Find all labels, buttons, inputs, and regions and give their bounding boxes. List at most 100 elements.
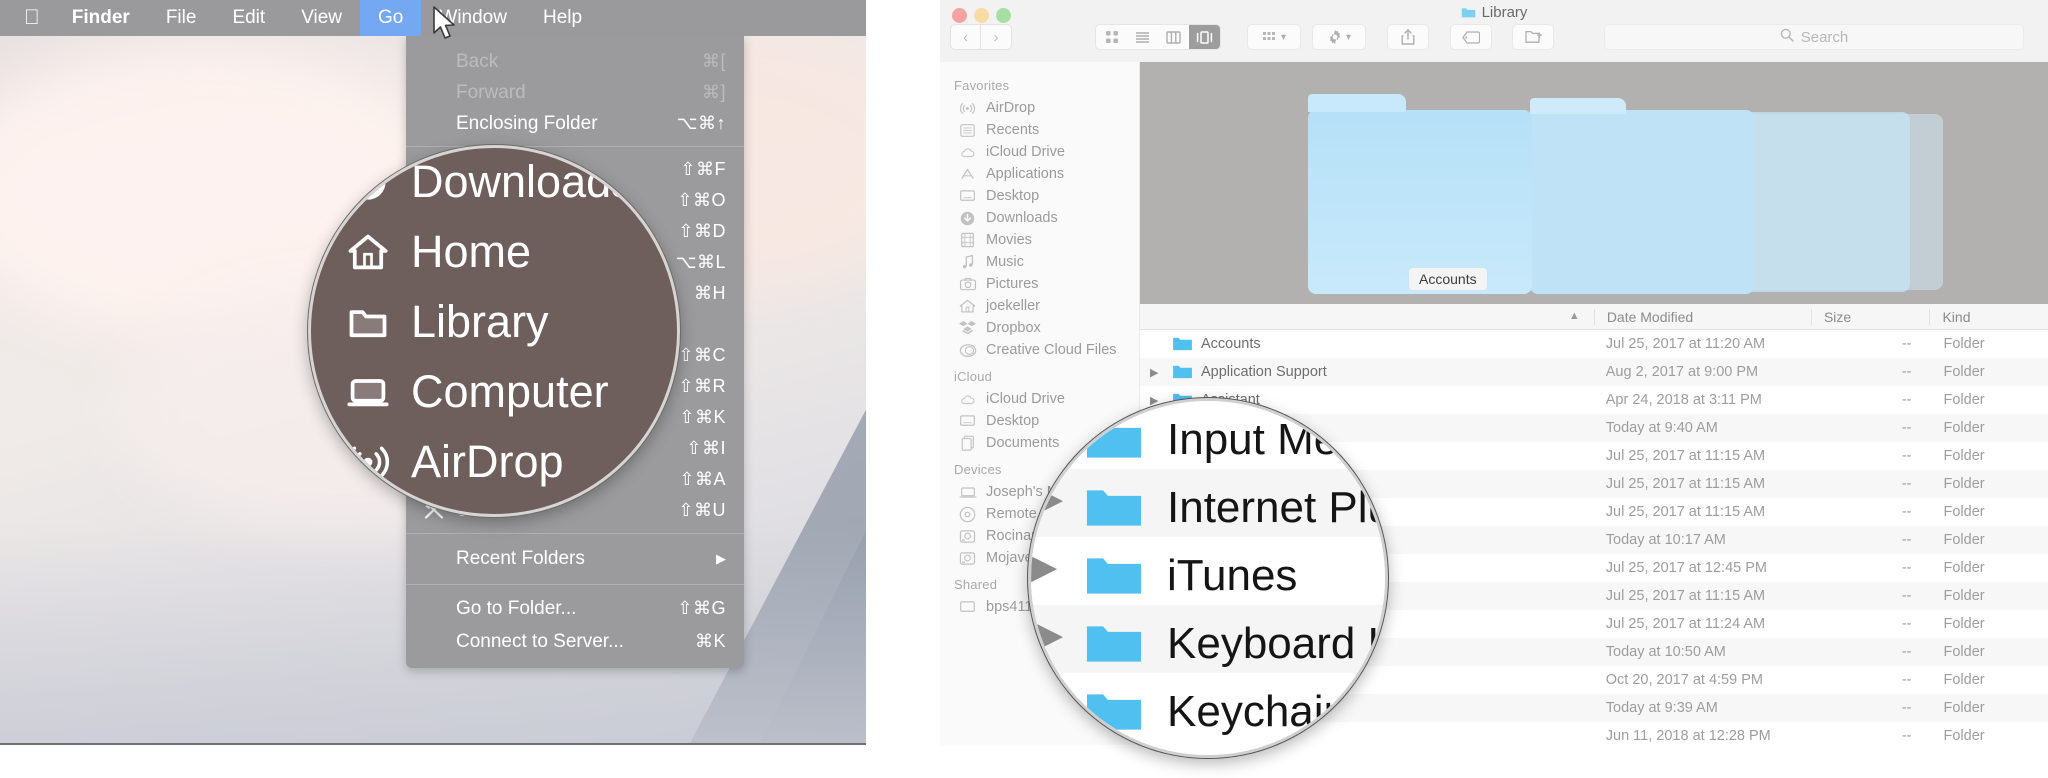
menu-window[interactable]: Window — [421, 0, 525, 36]
shortcut-desktop: ⇧⌘D — [678, 221, 726, 241]
table-row[interactable]: Accounts Jul 25, 2017 at 11:20 AM -- Fol… — [1140, 330, 2048, 358]
coverflow-view-button[interactable] — [1189, 25, 1220, 49]
menu-finder[interactable]: Finder — [54, 0, 148, 36]
file-date-cell: Today at 10:50 AM — [1605, 644, 1726, 660]
menu-help[interactable]: Help — [525, 0, 600, 36]
menu-item-go-to-folder[interactable]: Go to Folder... ⇧⌘G — [406, 592, 744, 625]
search-input[interactable]: Search — [1604, 24, 2024, 50]
magnified-menu-item-library: Library — [345, 296, 549, 348]
coverflow-folder-selected[interactable] — [1308, 110, 1532, 294]
computer-icon — [345, 371, 391, 413]
sidebar-item-label: Downloads — [986, 210, 1058, 226]
arrange-button[interactable]: ▾ — [1247, 24, 1301, 50]
sidebar-item-icloud-drive[interactable]: iCloud Drive — [940, 141, 1139, 163]
cloud-icon — [958, 391, 977, 408]
pictures-icon — [958, 276, 977, 293]
sidebar-item-label: Desktop — [986, 188, 1040, 204]
sort-ascending-icon: ▲ — [1568, 309, 1580, 322]
column-view-button[interactable] — [1158, 25, 1189, 49]
icon-view-button[interactable] — [1096, 25, 1127, 49]
sidebar-item-movies[interactable]: Movies — [940, 229, 1139, 251]
file-size-cell: -- — [1901, 448, 1912, 464]
column-header-size[interactable]: Size — [1810, 308, 1930, 325]
file-kind-cell: Folder — [1943, 672, 1985, 688]
coverflow-area[interactable]: Accounts — [1140, 62, 2048, 304]
shortcut-documents: ⇧⌘O — [677, 190, 726, 210]
sidebar-item-downloads[interactable]: Downloads — [940, 207, 1139, 229]
shortcut-connect-to-server: ⌘K — [694, 631, 726, 651]
menu-item-enclosing-folder[interactable]: Enclosing Folder ⌥⌘↑ — [406, 108, 744, 139]
folder-icon — [1083, 689, 1145, 735]
sidebar-item-pictures[interactable]: Pictures — [940, 273, 1139, 295]
menu-separator — [406, 146, 744, 147]
menu-edit[interactable]: Edit — [214, 0, 283, 36]
file-kind-cell: Folder — [1943, 588, 1985, 604]
column-header-name[interactable]: Name ▲ — [1140, 309, 1594, 325]
shortcut-enclosing-folder: ⌥⌘↑ — [676, 113, 726, 133]
shortcut-back: ⌘[ — [701, 51, 726, 71]
share-button[interactable] — [1387, 24, 1429, 50]
blank-icon — [422, 113, 446, 135]
tags-button[interactable] — [1450, 24, 1492, 50]
action-gear-button[interactable]: ▾ — [1312, 24, 1366, 50]
apple-logo-icon[interactable]:  — [0, 1, 54, 35]
sidebar-item-creative-cloud-files[interactable]: Creative Cloud Files — [940, 339, 1139, 361]
file-kind-cell: Folder — [1943, 476, 1985, 492]
disclosure-triangle-icon: ▶ — [1031, 548, 1058, 586]
forward-button[interactable]: › — [981, 24, 1012, 50]
coverflow-folder[interactable] — [1530, 110, 1754, 294]
sidebar-item-dropbox[interactable]: Dropbox — [940, 317, 1139, 339]
display-icon — [958, 599, 977, 616]
laptop-icon — [958, 484, 977, 501]
back-button[interactable]: ‹ — [950, 24, 981, 50]
menu-item-back: Back ⌘[ — [406, 46, 744, 77]
menu-item-recent-folders[interactable]: Recent Folders ▶ — [406, 541, 744, 577]
sidebar-item-desktop[interactable]: Desktop — [940, 185, 1139, 207]
file-kind-cell: Folder — [1943, 644, 1985, 660]
sidebar-item-music[interactable]: Music — [940, 251, 1139, 273]
sidebar-item-recents[interactable]: Recents — [940, 119, 1139, 141]
movies-icon — [958, 232, 977, 249]
sidebar-item-label: Pictures — [986, 276, 1039, 292]
column-header-kind[interactable]: Kind — [1929, 308, 2048, 325]
blank-icon — [422, 631, 446, 653]
coverflow-folder-tab — [1308, 94, 1406, 112]
file-kind-cell: Folder — [1943, 420, 1985, 436]
magnified-file-itunes: iTunes — [1083, 551, 1297, 601]
folder-icon — [345, 301, 391, 343]
home-icon — [345, 231, 391, 273]
macos-menu-bar:  Finder File Edit View Go Window Help — [0, 0, 866, 36]
shortcut-home: ⌘H — [694, 283, 726, 303]
table-row[interactable]: ▶ Application Support Aug 2, 2017 at 9:00… — [1140, 358, 2048, 386]
shortcut-recents: ⇧⌘F — [680, 159, 726, 179]
file-size-cell: -- — [1901, 700, 1912, 716]
file-kind-cell: Folder — [1943, 504, 1985, 520]
menu-item-connect-to-server[interactable]: Connect to Server... ⌘K — [406, 625, 744, 658]
magnified-menu-item-downloads: Downloads — [345, 156, 634, 208]
file-kind-cell: Folder — [1943, 616, 1985, 632]
file-date-cell: Jul 25, 2017 at 11:20 AM — [1605, 336, 1766, 352]
folder-icon — [1172, 364, 1193, 380]
file-date-cell: Today at 10:17 AM — [1605, 532, 1726, 548]
sidebar-item-airdrop[interactable]: AirDrop — [940, 97, 1139, 119]
file-date-cell: Jul 25, 2017 at 11:15 AM — [1605, 448, 1766, 464]
file-name: Application Support — [1201, 364, 1327, 380]
magnified-menu-item-home: Home — [345, 226, 531, 278]
blank-icon — [422, 51, 446, 73]
menu-view[interactable]: View — [283, 0, 360, 36]
shortcut-forward: ⌘] — [701, 82, 726, 102]
column-header-date-modified[interactable]: Date Modified — [1593, 308, 1811, 325]
disclosure-triangle-icon[interactable]: ▶ — [1150, 366, 1164, 379]
file-size-cell: -- — [1901, 504, 1912, 520]
shortcut-utilities: ⇧⌘U — [678, 500, 726, 520]
menu-go[interactable]: Go — [360, 0, 422, 36]
magnifier-go-menu: Downloads Home Library Computer AirDrop — [308, 145, 680, 517]
file-kind-cell: Folder — [1943, 364, 1985, 380]
blank-icon — [422, 598, 446, 620]
desktop-icon — [958, 188, 977, 205]
sidebar-item-applications[interactable]: Applications — [940, 163, 1139, 185]
list-view-button[interactable] — [1127, 25, 1158, 49]
menu-file[interactable]: File — [148, 0, 215, 36]
new-folder-button[interactable] — [1512, 24, 1554, 50]
sidebar-item-joekeller[interactable]: joekeller — [940, 295, 1139, 317]
